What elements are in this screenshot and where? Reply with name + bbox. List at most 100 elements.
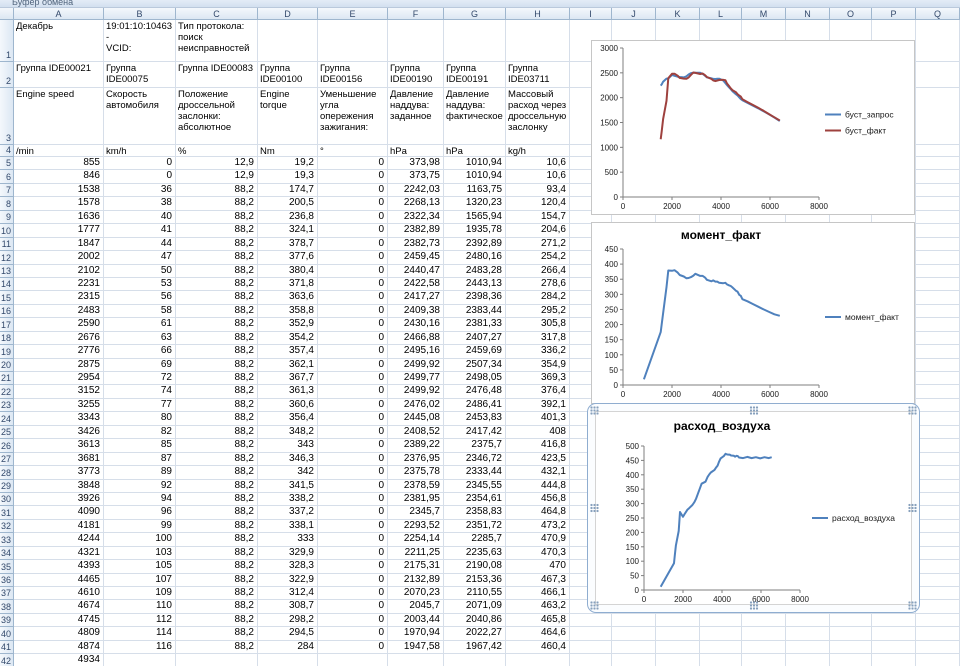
cell-C26[interactable]: 88,2 xyxy=(176,439,258,453)
cell-H10[interactable]: 204,6 xyxy=(506,224,570,238)
row-header-11[interactable]: 11 xyxy=(0,237,14,252)
cell-D12[interactable]: 377,6 xyxy=(258,251,318,265)
row-header-7[interactable]: 7 xyxy=(0,183,14,198)
column-header-P[interactable]: P xyxy=(872,8,916,20)
cell-A16[interactable]: 2483 xyxy=(14,304,104,319)
row-header-39[interactable]: 39 xyxy=(0,613,14,628)
cell-G13[interactable]: 2483,28 xyxy=(444,264,506,278)
cell-G21[interactable]: 2498,05 xyxy=(444,372,506,386)
cell-D32[interactable]: 338,1 xyxy=(258,519,318,534)
cell-D2[interactable]: Группа IDE00100 xyxy=(258,62,318,88)
cell-B3[interactable]: Скорость автомобиля xyxy=(104,88,176,145)
cell-B24[interactable]: 80 xyxy=(104,412,176,426)
cell-C31[interactable]: 88,2 xyxy=(176,506,258,520)
cell-G24[interactable]: 2453,83 xyxy=(444,412,506,426)
cell-Q18[interactable] xyxy=(916,331,960,346)
cell-Q24[interactable] xyxy=(916,412,960,426)
row-header-26[interactable]: 26 xyxy=(0,439,14,453)
cell-F21[interactable]: 2499,77 xyxy=(388,372,444,386)
cell-F16[interactable]: 2409,38 xyxy=(388,304,444,319)
cell-B2[interactable]: Группа IDE00075 xyxy=(104,62,176,88)
row-header-32[interactable]: 32 xyxy=(0,519,14,534)
cell-C35[interactable]: 88,2 xyxy=(176,560,258,574)
cell-F31[interactable]: 2345,7 xyxy=(388,506,444,520)
select-all-corner[interactable] xyxy=(0,8,14,20)
cell-F36[interactable]: 2132,89 xyxy=(388,573,444,587)
cell-A25[interactable]: 3426 xyxy=(14,425,104,440)
cell-C41[interactable]: 88,2 xyxy=(176,640,258,655)
cell-F17[interactable]: 2430,16 xyxy=(388,318,444,332)
cell-C30[interactable]: 88,2 xyxy=(176,492,258,507)
cell-Q8[interactable] xyxy=(916,197,960,211)
cell-D36[interactable]: 322,9 xyxy=(258,573,318,587)
cell-A15[interactable]: 2315 xyxy=(14,291,104,305)
cell-Q33[interactable] xyxy=(916,533,960,547)
cell-F26[interactable]: 2389,22 xyxy=(388,439,444,453)
cell-F28[interactable]: 2375,78 xyxy=(388,466,444,480)
cell-B8[interactable]: 38 xyxy=(104,197,176,211)
cell-D35[interactable]: 328,3 xyxy=(258,560,318,574)
cell-D21[interactable]: 367,7 xyxy=(258,372,318,386)
cell-G26[interactable]: 2375,7 xyxy=(444,439,506,453)
cell-E5[interactable]: 0 xyxy=(318,157,388,171)
cell-Q25[interactable] xyxy=(916,425,960,440)
cell-N42[interactable] xyxy=(786,654,830,666)
cell-Q31[interactable] xyxy=(916,506,960,520)
row-header-9[interactable]: 9 xyxy=(0,210,14,225)
cell-N41[interactable] xyxy=(786,640,830,655)
cell-Q28[interactable] xyxy=(916,466,960,480)
cell-D37[interactable]: 312,4 xyxy=(258,587,318,601)
cell-A9[interactable]: 1636 xyxy=(14,210,104,225)
cell-A29[interactable]: 3848 xyxy=(14,479,104,493)
cell-Q13[interactable] xyxy=(916,264,960,278)
selection-handle-ne[interactable] xyxy=(908,406,917,415)
row-header-31[interactable]: 31 xyxy=(0,506,14,520)
cell-E13[interactable]: 0 xyxy=(318,264,388,278)
cell-Q4[interactable] xyxy=(916,145,960,157)
selection-handle-e[interactable] xyxy=(908,503,917,513)
cell-D29[interactable]: 341,5 xyxy=(258,479,318,493)
cell-D1[interactable] xyxy=(258,20,318,62)
cell-B42[interactable] xyxy=(104,654,176,666)
cell-B29[interactable]: 92 xyxy=(104,479,176,493)
cell-E17[interactable]: 0 xyxy=(318,318,388,332)
cell-H32[interactable]: 473,2 xyxy=(506,519,570,534)
row-header-16[interactable]: 16 xyxy=(0,304,14,319)
cell-B9[interactable]: 40 xyxy=(104,210,176,225)
cell-F15[interactable]: 2417,27 xyxy=(388,291,444,305)
selection-handle-sw[interactable] xyxy=(590,601,599,610)
row-header-14[interactable]: 14 xyxy=(0,277,14,292)
cell-C34[interactable]: 88,2 xyxy=(176,546,258,561)
cell-B6[interactable]: 0 xyxy=(104,170,176,184)
row-header-41[interactable]: 41 xyxy=(0,640,14,655)
cell-H3[interactable]: Массовый расход через дроссельную заслон… xyxy=(506,88,570,145)
cell-G12[interactable]: 2480,16 xyxy=(444,251,506,265)
cell-A23[interactable]: 3255 xyxy=(14,398,104,413)
cell-F7[interactable]: 2242,03 xyxy=(388,183,444,198)
cell-C1[interactable]: Тип протокола: поиск неисправностей xyxy=(176,20,258,62)
cell-A2[interactable]: Группа IDE00021 xyxy=(14,62,104,88)
cell-Q2[interactable] xyxy=(916,62,960,88)
cell-F24[interactable]: 2445,08 xyxy=(388,412,444,426)
column-header-B[interactable]: B xyxy=(104,8,176,20)
cell-D18[interactable]: 354,2 xyxy=(258,331,318,346)
cell-E22[interactable]: 0 xyxy=(318,385,388,399)
cell-A10[interactable]: 1777 xyxy=(14,224,104,238)
cell-C18[interactable]: 88,2 xyxy=(176,331,258,346)
cell-B32[interactable]: 99 xyxy=(104,519,176,534)
cell-G32[interactable]: 2351,72 xyxy=(444,519,506,534)
selection-handle-se[interactable] xyxy=(908,601,917,610)
cell-C2[interactable]: Группа IDE00083 xyxy=(176,62,258,88)
chart-torque[interactable]: 0 2000 4000 6000 8000 0 50 100 150 200 250 300 350 40… xyxy=(591,222,915,404)
cell-C8[interactable]: 88,2 xyxy=(176,197,258,211)
cell-F25[interactable]: 2408,52 xyxy=(388,425,444,440)
cell-D27[interactable]: 346,3 xyxy=(258,452,318,467)
cell-H7[interactable]: 93,4 xyxy=(506,183,570,198)
cell-E39[interactable]: 0 xyxy=(318,613,388,628)
cell-D25[interactable]: 348,2 xyxy=(258,425,318,440)
cell-F5[interactable]: 373,98 xyxy=(388,157,444,171)
selection-handle-s[interactable] xyxy=(749,601,758,610)
cell-G7[interactable]: 1163,75 xyxy=(444,183,506,198)
cell-I39[interactable] xyxy=(570,613,612,628)
row-header-33[interactable]: 33 xyxy=(0,533,14,547)
